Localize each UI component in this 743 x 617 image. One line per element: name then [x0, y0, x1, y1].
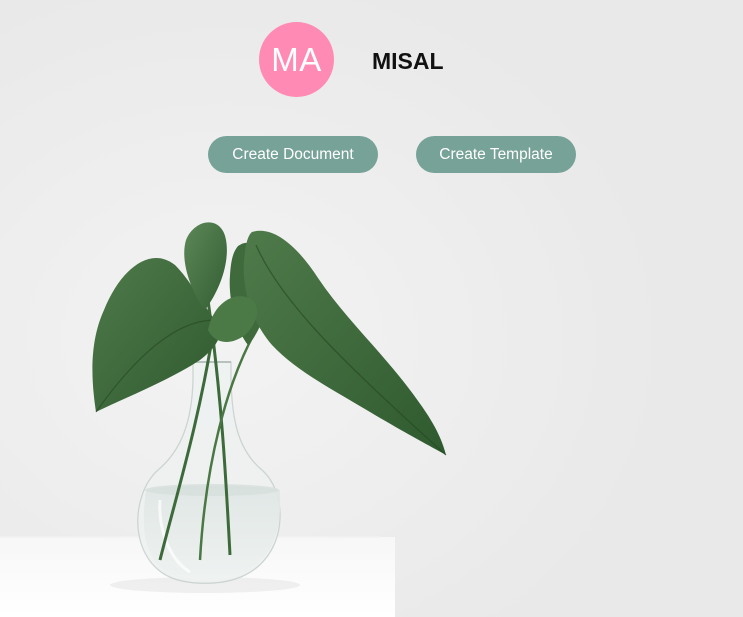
create-template-button[interactable]: Create Template [416, 136, 576, 173]
user-name: MISAL [372, 48, 444, 74]
plant-vase-background-image [0, 0, 743, 617]
create-document-button[interactable]: Create Document [208, 136, 378, 173]
user-avatar[interactable]: MA [259, 22, 334, 97]
